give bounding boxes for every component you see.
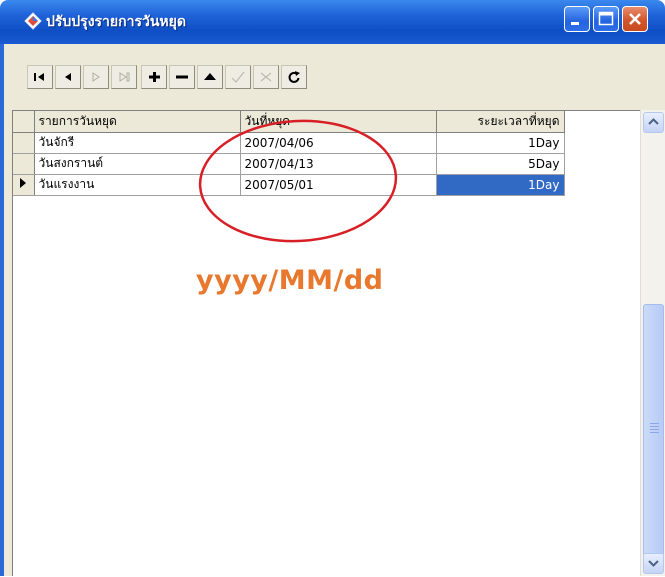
row-indicator[interactable]: [13, 132, 35, 154]
cell-holiday-name[interactable]: วันจักรี: [34, 132, 241, 154]
last-record-button[interactable]: [111, 65, 137, 89]
row-indicator-current[interactable]: [13, 174, 35, 196]
refresh-data-button[interactable]: [281, 65, 307, 89]
next-record-icon: [92, 72, 100, 82]
chevron-up-icon: [648, 118, 659, 125]
scroll-thumb[interactable]: [643, 304, 664, 556]
edit-triangle-icon: [204, 73, 216, 80]
window-border: [0, 44, 4, 576]
cell-holiday-name[interactable]: วันสงกรานต์: [34, 153, 241, 175]
scroll-down-button[interactable]: [643, 553, 664, 574]
maximize-button[interactable]: [593, 6, 619, 32]
cell-holiday-date[interactable]: 2007/04/06: [240, 132, 437, 154]
first-record-icon: [34, 73, 44, 81]
chevron-down-icon: [648, 560, 659, 567]
prior-record-icon: [65, 73, 71, 81]
insert-record-button[interactable]: [141, 65, 167, 89]
header-indicator: [13, 111, 35, 133]
cell-duration[interactable]: 5Day: [436, 153, 565, 175]
table-row[interactable]: วันจักรี 2007/04/06 1Day: [13, 132, 565, 154]
column-header-duration[interactable]: ระยะเวลาที่หยุด: [436, 111, 565, 133]
next-record-button[interactable]: [83, 65, 109, 89]
refresh-icon: [288, 71, 300, 83]
table-row[interactable]: วันสงกรานต์ 2007/04/13 5Day: [13, 153, 565, 175]
holiday-grid[interactable]: รายการวันหยุด วันที่หยุด ระยะเวลาที่หยุด…: [12, 110, 665, 576]
prior-record-button[interactable]: [55, 65, 81, 89]
current-row-arrow-icon: [20, 178, 27, 188]
cancel-edit-button[interactable]: [253, 65, 279, 89]
record-navigator: [27, 62, 309, 92]
column-header-holiday-name[interactable]: รายการวันหยุด: [34, 111, 241, 133]
edit-record-button[interactable]: [197, 65, 223, 89]
close-button[interactable]: [622, 6, 648, 32]
minimize-button[interactable]: [564, 6, 590, 32]
first-record-button[interactable]: [27, 65, 53, 89]
last-record-icon: [119, 72, 130, 82]
holiday-table: รายการวันหยุด วันที่หยุด ระยะเวลาที่หยุด…: [13, 111, 565, 196]
cell-holiday-date[interactable]: 2007/04/13: [240, 153, 437, 175]
cell-duration-selected[interactable]: 1Day: [436, 174, 565, 196]
scroll-up-button[interactable]: [643, 112, 664, 133]
close-icon: [629, 13, 641, 25]
plus-icon: [149, 72, 160, 82]
title-bar[interactable]: ปรับปรุงรายการวันหยุด: [0, 0, 665, 44]
row-indicator[interactable]: [13, 153, 35, 175]
date-format-annotation: yyyy/MM/dd: [196, 265, 384, 296]
cell-holiday-date[interactable]: 2007/05/01: [240, 174, 437, 196]
table-row[interactable]: วันแรงงาน 2007/05/01 1Day: [13, 174, 565, 196]
post-edit-button[interactable]: [225, 65, 251, 89]
checkmark-icon: [231, 71, 245, 83]
diamond-app-icon: [24, 12, 42, 30]
header-row: รายการวันหยุด วันที่หยุด ระยะเวลาที่หยุด: [13, 111, 565, 133]
column-header-holiday-date[interactable]: วันที่หยุด: [240, 111, 437, 133]
window-title: ปรับปรุงรายการวันหยุด: [46, 14, 186, 30]
delete-record-button[interactable]: [169, 65, 195, 89]
cell-holiday-name[interactable]: วันแรงงาน: [34, 174, 241, 196]
minus-icon: [176, 75, 188, 79]
cell-duration[interactable]: 1Day: [436, 132, 565, 154]
x-icon: [260, 72, 272, 82]
maximize-icon: [598, 11, 614, 26]
vertical-scrollbar[interactable]: [640, 110, 665, 576]
minimize-icon: [571, 22, 579, 25]
